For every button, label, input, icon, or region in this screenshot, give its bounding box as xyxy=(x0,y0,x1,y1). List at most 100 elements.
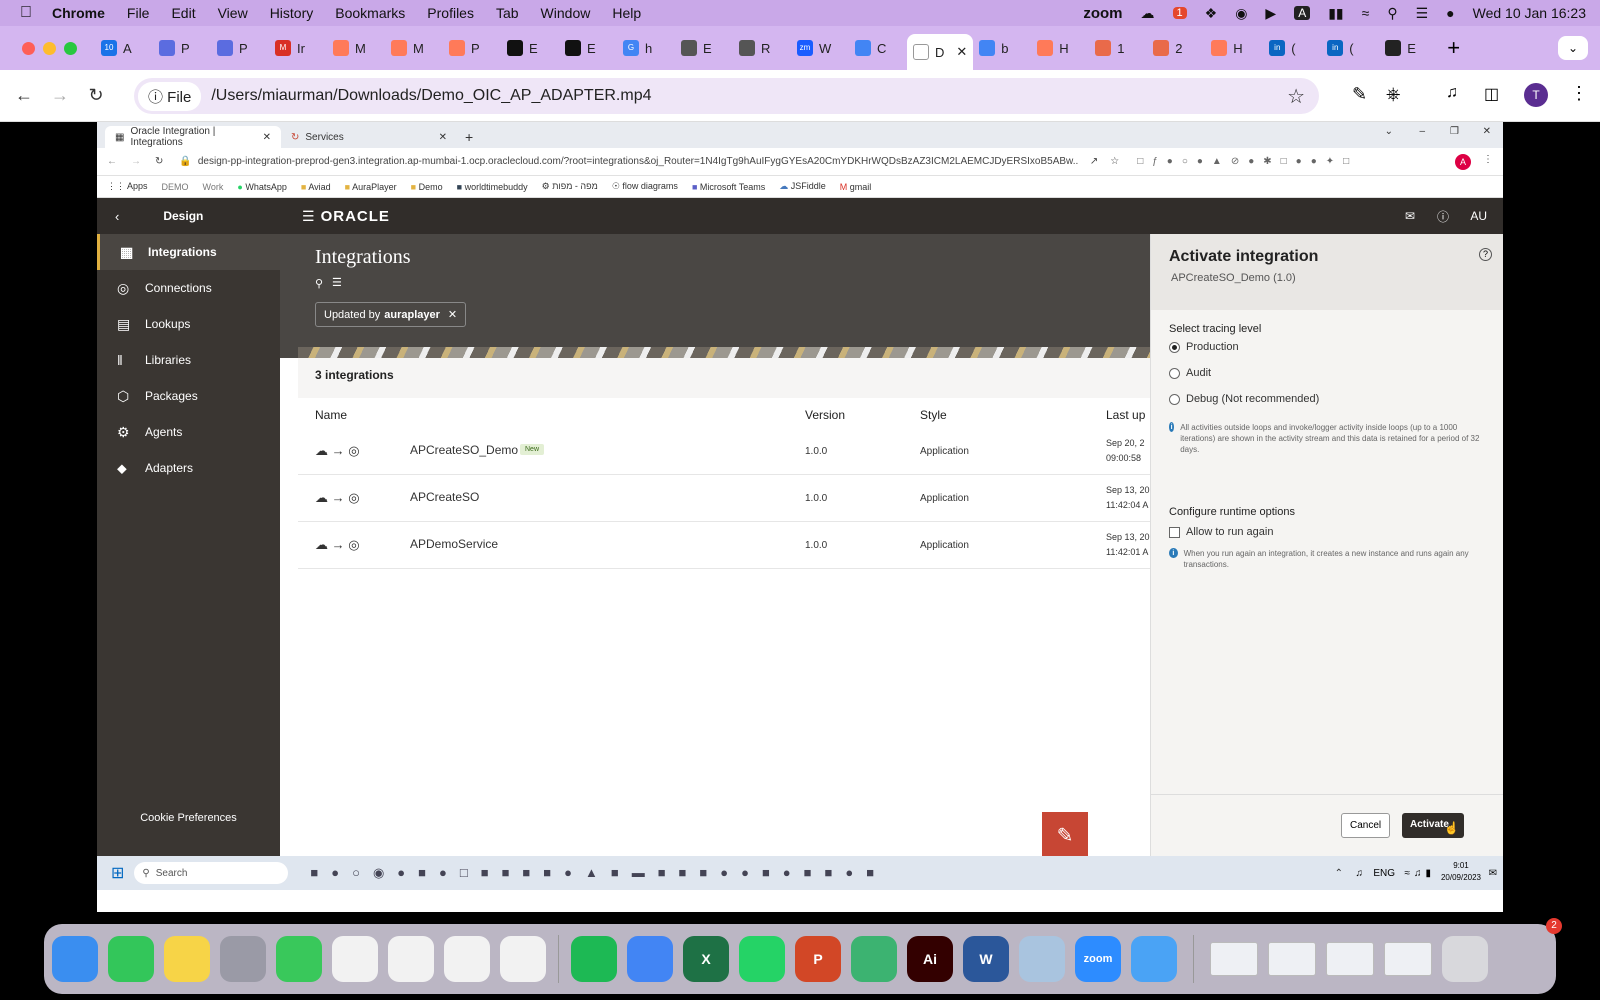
close-icon[interactable]: ✕ xyxy=(448,308,457,321)
close-icon[interactable]: ✕ xyxy=(956,44,967,60)
airplay-icon[interactable]: ◉ xyxy=(1235,5,1247,22)
whatsapp-icon[interactable] xyxy=(739,936,785,982)
radio-label[interactable]: Audit xyxy=(1186,367,1211,379)
tab-search-button[interactable]: ⌄ xyxy=(1558,36,1588,60)
launchpad-icon[interactable] xyxy=(220,936,266,982)
word-icon[interactable]: W xyxy=(963,936,1009,982)
bookmark-aviad[interactable]: ■ Aviad xyxy=(301,182,331,192)
illustrator-icon[interactable]: Ai xyxy=(907,936,953,982)
finder-icon[interactable] xyxy=(52,936,98,982)
browser-tab[interactable]: in ( xyxy=(1321,32,1379,64)
chevron-down-icon[interactable]: ⌄ xyxy=(1385,126,1393,137)
chrome-icon[interactable] xyxy=(627,936,673,982)
system-tray-icons[interactable]: ≈♫▮ xyxy=(1405,868,1436,879)
window-close-button[interactable] xyxy=(22,41,35,55)
sidebar-item-lookups[interactable]: ▤ Lookups xyxy=(97,306,280,342)
menu-history[interactable]: History xyxy=(270,5,314,21)
menu-help[interactable]: Help xyxy=(612,5,641,21)
hamburger-menu-icon[interactable]: ☰ xyxy=(302,208,315,225)
apple-icon[interactable]:  xyxy=(20,4,32,22)
table-row[interactable]: ☁ → ◎ APCreateSO 1.0.0 Application Sep 13, 2… xyxy=(298,475,1150,522)
sidebar-item-adapters[interactable]: ⬥ Adapters xyxy=(97,450,280,486)
minimized-window-thumbnail[interactable] xyxy=(1384,942,1432,976)
tracing-option-debug[interactable]: Debug (Not recommended) xyxy=(1169,393,1319,405)
spotify-icon[interactable] xyxy=(571,936,617,982)
notification-bell-icon[interactable]: ✉ xyxy=(1489,868,1497,879)
keynote-icon[interactable] xyxy=(500,936,546,982)
bookmark-demo[interactable]: DEMO xyxy=(162,182,189,192)
allow-run-again-label[interactable]: Allow to run again xyxy=(1186,526,1273,538)
menu-view[interactable]: View xyxy=(218,5,248,21)
allow-run-again-checkbox[interactable] xyxy=(1169,526,1180,538)
trash-icon[interactable] xyxy=(1442,936,1488,982)
close-icon[interactable]: ✕ xyxy=(263,132,271,143)
wifi-icon[interactable]: ≈ xyxy=(1362,5,1370,21)
zoom-status-icon[interactable]: zoom xyxy=(1083,5,1122,22)
column-last-updated[interactable]: Last up xyxy=(1106,408,1145,422)
windows-start-icon[interactable]: ⊞ xyxy=(111,863,124,883)
browser-tab[interactable]: D ✕ xyxy=(907,34,974,70)
reload-icon[interactable]: ↻ xyxy=(155,156,163,167)
table-row[interactable]: ☁ → ◎ APDemoService 1.0.0 Application Sep 13… xyxy=(298,522,1150,569)
radio-button[interactable] xyxy=(1169,367,1180,379)
integration-name[interactable]: APCreateSO xyxy=(410,490,479,504)
integration-name[interactable]: APDemoService xyxy=(410,537,498,551)
integration-name[interactable]: APCreateSO_Demo xyxy=(410,443,518,457)
browser-tab[interactable]: P xyxy=(211,32,269,64)
text-input-icon[interactable]: A xyxy=(1294,6,1311,20)
cancel-button[interactable]: Cancel xyxy=(1341,813,1391,838)
numbers-icon[interactable] xyxy=(444,936,490,982)
extensions-puzzle-icon[interactable]: ⎈ xyxy=(1386,84,1400,105)
browser-tab[interactable]: H xyxy=(1031,32,1089,64)
sidebar-item-integrations[interactable]: ▦ Integrations xyxy=(97,234,280,270)
new-tab-button[interactable]: + xyxy=(1447,35,1460,61)
back-arrow-icon[interactable]: ← xyxy=(6,85,42,106)
browser-tab[interactable]: M xyxy=(385,32,443,64)
help-icon[interactable]: ⓘ xyxy=(1437,208,1449,225)
table-row[interactable]: ☁ → ◎ APCreateSO_Demo New 1.0.0 Application S… xyxy=(298,428,1150,475)
tracing-option-production[interactable]: Production xyxy=(1169,341,1239,353)
sidebar-item-connections[interactable]: ◎ Connections xyxy=(97,270,280,306)
notification-badge[interactable]: 1 xyxy=(1172,7,1187,19)
cloud-icon[interactable]: ☁ xyxy=(1141,5,1155,22)
dropbox-icon[interactable]: ❖ xyxy=(1205,5,1218,22)
column-name[interactable]: Name xyxy=(315,408,347,422)
help-icon[interactable]: ? xyxy=(1479,248,1492,261)
bookmark-star-icon[interactable]: ☆ xyxy=(1110,156,1119,167)
menu-bookmarks[interactable]: Bookmarks xyxy=(335,5,405,21)
siri-icon[interactable]: ● xyxy=(1446,5,1454,21)
windows-search-box[interactable]: ⚲ Search xyxy=(134,862,289,884)
media-controls-icon[interactable]: ♫ xyxy=(1446,84,1458,102)
chevron-up-icon[interactable]: ⌃ xyxy=(1335,868,1343,879)
taskbar-app-icons[interactable]: ■●○◉●■●□■■■■●▲■▬■■■●●■●■■●■ xyxy=(310,865,887,881)
restore-icon[interactable]: ❐ xyxy=(1450,126,1459,137)
excel-icon[interactable]: X xyxy=(683,936,729,982)
play-icon[interactable]: ▶ xyxy=(1265,5,1276,22)
bookmark-star-icon[interactable]: ☆ xyxy=(1287,84,1305,109)
filter-chip[interactable]: Updated by auraplayer ✕ xyxy=(315,302,467,327)
reminders-icon[interactable] xyxy=(332,936,378,982)
browser-tab[interactable]: M Ir xyxy=(269,32,327,64)
sidebar-item-libraries[interactable]: ‖ Libraries xyxy=(97,342,280,378)
browser-tab[interactable]: in ( xyxy=(1263,32,1321,64)
allow-run-again-row[interactable]: Allow to run again xyxy=(1169,526,1273,538)
bookmark-whatsapp[interactable]: ● WhatsApp xyxy=(237,182,286,192)
radio-button[interactable] xyxy=(1169,393,1180,405)
search-icon[interactable]: ⚲ xyxy=(315,277,323,290)
share-icon[interactable]: ↗ xyxy=(1090,156,1098,167)
menu-icon[interactable]: ⋮ xyxy=(1483,154,1493,165)
zoom-icon[interactable]: zoom xyxy=(1075,936,1121,982)
browser-tab[interactable]: H xyxy=(1205,32,1263,64)
bookmark-demo-folder[interactable]: ■ Demo xyxy=(411,182,443,192)
menu-app-name[interactable]: Chrome xyxy=(52,5,105,21)
close-window-icon[interactable]: ✕ xyxy=(1483,126,1491,137)
minimize-icon[interactable]: – xyxy=(1419,126,1425,137)
browser-tab[interactable]: 2 xyxy=(1147,32,1205,64)
inner-url[interactable]: design-pp-integration-preprod-gen3.integ… xyxy=(198,156,1078,167)
menubar-clock[interactable]: Wed 10 Jan 16:23 xyxy=(1473,5,1586,21)
radio-label[interactable]: Production xyxy=(1186,341,1239,353)
bookmark-work[interactable]: Work xyxy=(203,182,224,192)
forward-arrow-icon[interactable]: → xyxy=(131,156,141,167)
chat-icon[interactable]: ✎ xyxy=(1042,812,1088,858)
profile-avatar[interactable]: T xyxy=(1524,83,1548,107)
